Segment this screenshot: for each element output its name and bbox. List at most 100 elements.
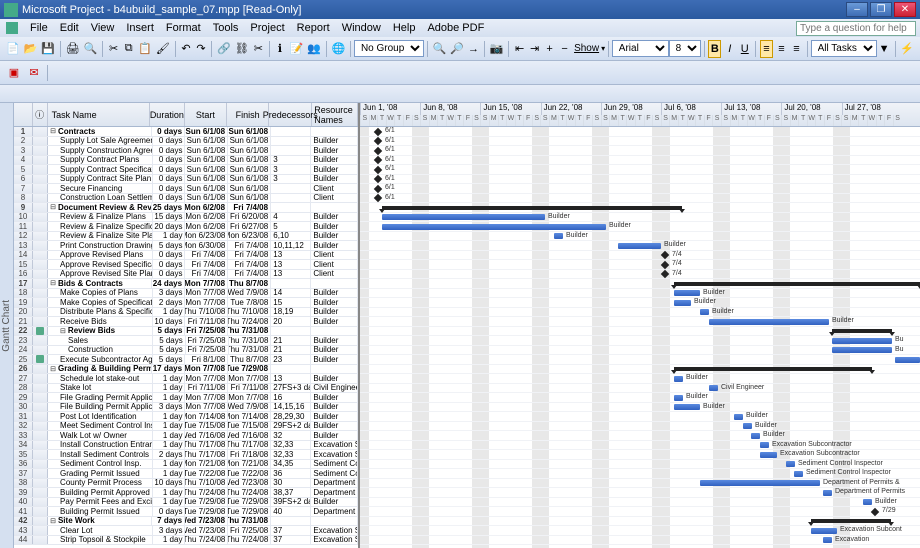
gantt-row[interactable]: Builder — [360, 498, 920, 508]
row-id[interactable]: 17 — [14, 279, 33, 288]
cell-finish[interactable]: Thu 7/10/08 — [228, 308, 271, 317]
cell-taskname[interactable]: Contracts — [48, 127, 152, 136]
row-id[interactable]: 29 — [14, 393, 33, 402]
cell-predecessors[interactable]: 38,37 — [271, 488, 311, 497]
row-id[interactable]: 8 — [14, 194, 33, 203]
outdent-icon[interactable]: ⇤ — [513, 40, 526, 58]
cell-start[interactable]: Thu 7/10/08 — [185, 479, 228, 488]
menu-file[interactable]: File — [24, 20, 54, 36]
unlink-icon[interactable]: ⛓ — [234, 40, 250, 58]
row-info[interactable] — [33, 317, 48, 326]
minimize-button[interactable]: – — [846, 2, 868, 17]
cell-taskname[interactable]: Distribute Plans & Specifications — [48, 308, 153, 317]
split-icon[interactable]: ✂ — [252, 40, 265, 58]
cell-start[interactable]: Fri 7/25/08 — [186, 346, 229, 355]
cell-taskname[interactable]: Construction — [48, 346, 153, 355]
row-info[interactable] — [33, 156, 48, 165]
task-row[interactable]: 38County Permit Process10 daysThu 7/10/0… — [14, 479, 358, 489]
task-row[interactable]: 35Install Sediment Controls2 daysThu 7/1… — [14, 450, 358, 460]
cell-taskname[interactable]: Stake lot — [48, 384, 153, 393]
gantt-row[interactable]: 7/4 — [360, 260, 920, 270]
row-id[interactable]: 26 — [14, 365, 33, 374]
menu-view[interactable]: View — [85, 20, 121, 36]
task-row[interactable]: 9Document Review & Revision25 daysMon 6/… — [14, 203, 358, 213]
cell-duration[interactable]: 2 days — [153, 298, 186, 307]
gantt-row[interactable]: Bu — [360, 336, 920, 346]
task-bar[interactable] — [895, 357, 920, 363]
cell-resources[interactable]: Client — [311, 251, 358, 260]
row-info[interactable] — [33, 393, 48, 402]
cell-duration[interactable]: 5 days — [153, 355, 186, 364]
cell-predecessors[interactable]: 32 — [271, 431, 311, 440]
cell-finish[interactable]: Thu 7/17/08 — [228, 441, 271, 450]
row-info[interactable] — [33, 279, 48, 288]
task-row[interactable]: 28Stake lot1 dayFri 7/11/08Fri 7/11/0827… — [14, 384, 358, 394]
cell-start[interactable]: Tue 7/22/08 — [185, 469, 228, 478]
show-dropdown[interactable]: Show — [574, 43, 599, 54]
cell-start[interactable]: Sun 6/1/08 — [185, 137, 228, 146]
cell-taskname[interactable]: Execute Subcontractor Agreements — [48, 355, 153, 364]
task-bar[interactable] — [674, 404, 700, 410]
cell-taskname[interactable]: Secure Financing — [48, 184, 153, 193]
cell-finish[interactable]: Fri 6/27/08 — [228, 222, 271, 231]
cell-taskname[interactable]: Construction Loan Settlement — [48, 194, 153, 203]
cell-resources[interactable]: Department of P — [311, 479, 358, 488]
show-subtasks-icon[interactable]: + — [543, 40, 556, 58]
cell-resources[interactable]: Excavation Sub — [311, 450, 358, 459]
cell-taskname[interactable]: Bids & Contracts — [48, 279, 152, 288]
cell-resources[interactable]: Builder — [311, 422, 358, 431]
cell-duration[interactable]: 0 days — [153, 137, 186, 146]
row-id[interactable]: 7 — [14, 184, 33, 193]
cell-taskname[interactable]: Print Construction Drawings — [48, 241, 153, 250]
cell-duration[interactable]: 1 day — [153, 469, 186, 478]
cell-taskname[interactable]: Make Copies of Plans — [48, 289, 153, 298]
cell-taskname[interactable]: Meet Sediment Control Inspector — [48, 422, 153, 431]
task-row[interactable]: 29File Grading Permit Application1 dayMo… — [14, 393, 358, 403]
task-row[interactable]: 3Supply Construction Agreement0 daysSun … — [14, 146, 358, 156]
cell-start[interactable]: Sun 6/1/08 — [185, 127, 228, 136]
gantt-row[interactable]: Excavation — [360, 536, 920, 546]
cell-resources[interactable]: Builder — [311, 317, 358, 326]
cell-start[interactable]: Wed 7/23/08 — [185, 517, 228, 526]
summary-bar[interactable] — [832, 329, 892, 333]
cell-start[interactable]: Fri 8/1/08 — [185, 355, 228, 364]
summary-bar[interactable] — [674, 367, 872, 371]
row-info[interactable] — [33, 270, 48, 279]
cell-predecessors[interactable]: 32,33 — [271, 441, 311, 450]
gantt-row[interactable]: Department of Permits — [360, 488, 920, 498]
cell-resources[interactable]: Sediment Contr — [311, 469, 358, 478]
col-resources[interactable]: Resource Names — [312, 103, 358, 126]
milestone-icon[interactable] — [661, 270, 669, 278]
cell-start[interactable]: Sun 6/1/08 — [185, 194, 228, 203]
task-row[interactable]: 36Sediment Control Insp.1 dayMon 7/21/08… — [14, 460, 358, 470]
milestone-icon[interactable] — [374, 156, 382, 164]
cell-taskname[interactable]: Schedule lot stake-out — [48, 374, 153, 383]
timescale-header[interactable]: Jun 1, '08Jun 8, '08Jun 15, '08Jun 22, '… — [360, 103, 920, 127]
cell-predecessors[interactable]: 21 — [271, 346, 311, 355]
cell-resources[interactable]: Builder — [311, 403, 358, 412]
cell-finish[interactable]: Tue 7/29/08 — [228, 507, 271, 516]
row-info[interactable] — [33, 431, 48, 440]
cell-taskname[interactable]: Site Work — [48, 517, 152, 526]
new-icon[interactable]: 📄 — [5, 40, 21, 58]
menu-adobe-pdf[interactable]: Adobe PDF — [421, 20, 490, 36]
notes-icon[interactable]: 📝 — [288, 40, 304, 58]
row-id[interactable]: 16 — [14, 270, 33, 279]
cell-finish[interactable]: Sun 6/1/08 — [228, 175, 271, 184]
cell-duration[interactable]: 17 days — [152, 365, 185, 374]
row-info[interactable] — [33, 222, 48, 231]
cell-resources[interactable]: Excavation Sub — [311, 526, 358, 535]
cell-start[interactable]: Sun 6/1/08 — [185, 156, 228, 165]
cell-start[interactable]: Mon 7/14/08 — [185, 412, 228, 421]
cell-finish[interactable]: Mon 6/23/08 — [228, 232, 271, 241]
row-id[interactable]: 9 — [14, 203, 33, 212]
cell-taskname[interactable]: Approve Revised Plans — [48, 251, 153, 260]
cell-duration[interactable]: 1 day — [153, 536, 186, 545]
task-bar[interactable] — [751, 433, 760, 439]
row-id[interactable]: 38 — [14, 479, 33, 488]
cell-duration[interactable]: 0 days — [153, 165, 186, 174]
cell-start[interactable]: Mon 7/7/08 — [185, 289, 228, 298]
pdf-create-icon[interactable]: ▣ — [5, 64, 23, 82]
cell-duration[interactable]: 1 day — [153, 232, 186, 241]
cell-resources[interactable]: Client — [311, 184, 358, 193]
